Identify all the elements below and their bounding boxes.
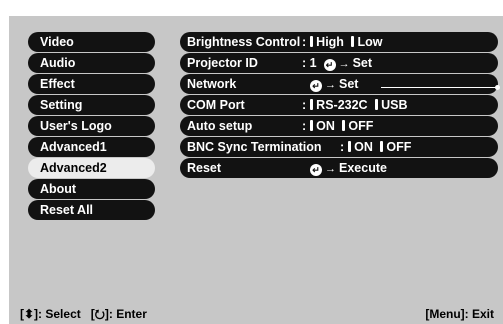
row-auto-setup[interactable]: Auto setup : ON OFF (180, 116, 498, 136)
row-bnc-sync-termination[interactable]: BNC Sync Termination : ON OFF (180, 137, 498, 157)
footer-help-bar: [⬍]: Select [⭮]: Enter [Menu]: Exit (10, 305, 499, 323)
option-indicator-icon (342, 120, 346, 131)
reset-action[interactable]: Execute (339, 161, 387, 175)
brightness-option-low[interactable]: Low (357, 35, 382, 49)
brightness-sep: : (302, 35, 307, 49)
row-network[interactable]: Network ↵ → Set (180, 74, 498, 94)
menu-item-setting[interactable]: Setting (28, 95, 155, 115)
right-arrow-icon: → (338, 58, 350, 70)
footer-left: [⬍]: Select [⭮]: Enter (20, 305, 147, 323)
projector-id-sep: : (302, 56, 307, 70)
network-callout-line (381, 85, 500, 90)
row-brightness-control[interactable]: Brightness Control : High Low (180, 32, 498, 52)
auto-setup-sep: : (302, 119, 307, 133)
footer-enter-label: : Enter (108, 307, 147, 321)
menu-item-audio[interactable]: Audio (28, 53, 155, 73)
menu-item-user-s-logo[interactable]: User's Logo (28, 116, 155, 136)
option-indicator-icon (310, 120, 314, 131)
option-indicator-icon (348, 141, 352, 152)
row-com-port[interactable]: COM Port : RS-232C USB (180, 95, 498, 115)
bnc-sync-sep: : (340, 140, 345, 154)
auto-setup-option-off[interactable]: OFF (348, 119, 373, 133)
network-action[interactable]: Set (339, 77, 358, 91)
menu-item-video[interactable]: Video (28, 32, 155, 52)
auto-setup-option-on[interactable]: ON (316, 119, 335, 133)
brightness-option-high[interactable]: High (316, 35, 344, 49)
projector-id-action[interactable]: Set (353, 56, 372, 70)
projector-id-label: Projector ID (187, 56, 258, 70)
option-indicator-icon (380, 141, 384, 152)
com-port-option-rs232c[interactable]: RS-232C (316, 98, 367, 112)
footer-exit-hint: [Menu]: Exit (425, 307, 494, 321)
enter-button-icon: ↵ (310, 164, 322, 176)
menu-item-effect[interactable]: Effect (28, 74, 155, 94)
option-indicator-icon (310, 99, 314, 110)
footer-select-label: : Select (38, 307, 81, 321)
projector-id-value: 1 (309, 56, 317, 70)
network-label: Network (187, 77, 237, 91)
row-projector-id[interactable]: Projector ID : 1 ↵ → Set (180, 53, 498, 73)
row-reset[interactable]: Reset ↵ → Execute (180, 158, 498, 178)
menu-item-about[interactable]: About (28, 179, 155, 199)
reset-label: Reset (187, 161, 222, 175)
enter-button-icon: ↵ (323, 59, 336, 71)
brightness-label: Brightness Control (187, 35, 301, 49)
com-port-label: COM Port (187, 98, 245, 112)
right-arrow-icon: → (325, 163, 336, 175)
com-port-option-usb[interactable]: USB (381, 98, 407, 112)
up-down-arrow-icon: [⬍] (20, 307, 39, 321)
menu-item-advanced2[interactable]: Advanced2 (28, 158, 155, 178)
bnc-sync-label: BNC Sync Termination (187, 140, 322, 154)
menu-item-advanced1[interactable]: Advanced1 (28, 137, 155, 157)
enter-button-icon: ↵ (310, 80, 322, 92)
bnc-sync-option-off[interactable]: OFF (386, 140, 411, 154)
com-port-sep: : (302, 98, 307, 112)
option-indicator-icon (375, 99, 379, 110)
option-indicator-icon (351, 36, 355, 47)
auto-setup-label: Auto setup (187, 119, 253, 133)
bnc-sync-option-on[interactable]: ON (354, 140, 373, 154)
option-indicator-icon (310, 36, 314, 47)
menu-item-reset-all[interactable]: Reset All (28, 200, 155, 220)
enter-button-icon: [⭮] (90, 307, 109, 321)
right-arrow-icon: → (325, 79, 336, 91)
